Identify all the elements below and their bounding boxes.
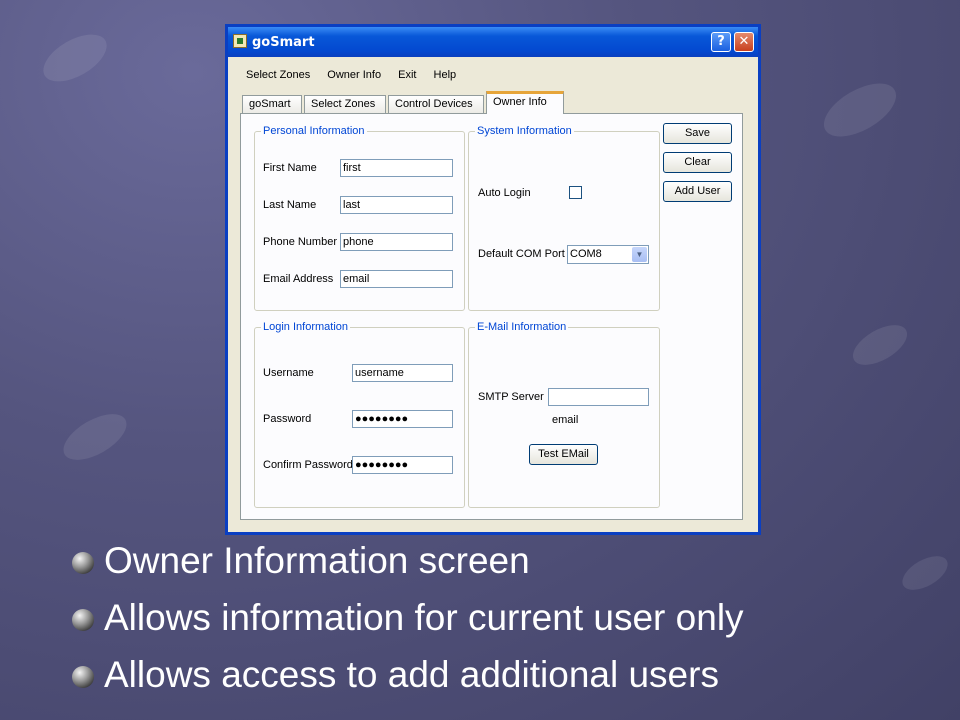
auto-login-checkbox[interactable] xyxy=(569,186,582,199)
menu-bar: Select Zones Owner Info Exit Help xyxy=(246,69,470,81)
menu-exit[interactable]: Exit xyxy=(398,69,416,81)
app-icon xyxy=(233,34,247,48)
confirm-password-label: Confirm Password xyxy=(263,459,353,471)
default-com-port-label: Default COM Port xyxy=(478,248,565,260)
email-text: email xyxy=(552,414,579,426)
owner-info-panel: Personal Information First Name Last Nam… xyxy=(240,113,743,520)
smtp-server-field[interactable] xyxy=(548,388,649,406)
bullet-text: Owner Information screen xyxy=(104,540,530,581)
com-port-value: COM8 xyxy=(570,248,602,260)
email-information-legend: E-Mail Information xyxy=(477,321,567,333)
background-blob xyxy=(896,549,954,597)
test-email-button[interactable]: Test EMail xyxy=(529,444,598,465)
clear-button[interactable]: Clear xyxy=(663,152,732,173)
last-name-field[interactable] xyxy=(340,196,453,214)
first-name-label: First Name xyxy=(263,162,317,174)
menu-select-zones[interactable]: Select Zones xyxy=(246,69,310,81)
system-information-legend: System Information xyxy=(477,125,572,137)
background-blob xyxy=(846,317,914,373)
background-blob xyxy=(815,72,905,148)
login-information-legend: Login Information xyxy=(263,321,348,333)
password-label: Password xyxy=(263,413,312,425)
add-user-button[interactable]: Add User xyxy=(663,181,732,202)
close-button[interactable]: ✕ xyxy=(734,32,754,52)
username-label: Username xyxy=(263,367,314,379)
help-button[interactable]: ? xyxy=(711,32,731,52)
bullet-icon xyxy=(72,552,94,574)
bullet-icon xyxy=(72,609,94,631)
bullet-text: Allows information for current user only xyxy=(104,597,744,638)
tab-control-devices[interactable]: Control Devices xyxy=(388,95,484,113)
personal-information-legend: Personal Information xyxy=(263,125,365,137)
smtp-server-label: SMTP Server xyxy=(478,391,544,403)
background-blob xyxy=(56,404,134,470)
bullet-text: Allows access to add additional users xyxy=(104,654,719,695)
menu-owner-info[interactable]: Owner Info xyxy=(327,69,381,81)
phone-number-field[interactable] xyxy=(340,233,453,251)
tab-owner-info[interactable]: Owner Info xyxy=(486,91,564,114)
first-name-field[interactable] xyxy=(340,159,453,177)
title-bar[interactable]: goSmart ? ✕ xyxy=(228,27,758,57)
menu-help[interactable]: Help xyxy=(434,69,457,81)
password-field[interactable] xyxy=(352,410,453,428)
username-field[interactable] xyxy=(352,364,453,382)
email-address-label: Email Address xyxy=(263,273,334,285)
email-address-field[interactable] xyxy=(340,270,453,288)
gosmart-window: goSmart ? ✕ Select Zones Owner Info Exit… xyxy=(225,24,761,535)
background-blob xyxy=(35,24,115,92)
com-port-select[interactable]: COM8 ▼ xyxy=(567,245,649,264)
bullet-icon xyxy=(72,666,94,688)
tab-gosmart[interactable]: goSmart xyxy=(242,95,302,113)
last-name-label: Last Name xyxy=(263,199,317,211)
confirm-password-field[interactable] xyxy=(352,456,453,474)
system-information-group: System Information xyxy=(468,125,660,311)
phone-number-label: Phone Number xyxy=(263,236,337,248)
save-button[interactable]: Save xyxy=(663,123,732,144)
auto-login-label: Auto Login xyxy=(478,187,531,199)
window-title: goSmart xyxy=(252,35,315,50)
chevron-down-icon[interactable]: ▼ xyxy=(632,247,647,262)
tab-select-zones[interactable]: Select Zones xyxy=(304,95,386,113)
